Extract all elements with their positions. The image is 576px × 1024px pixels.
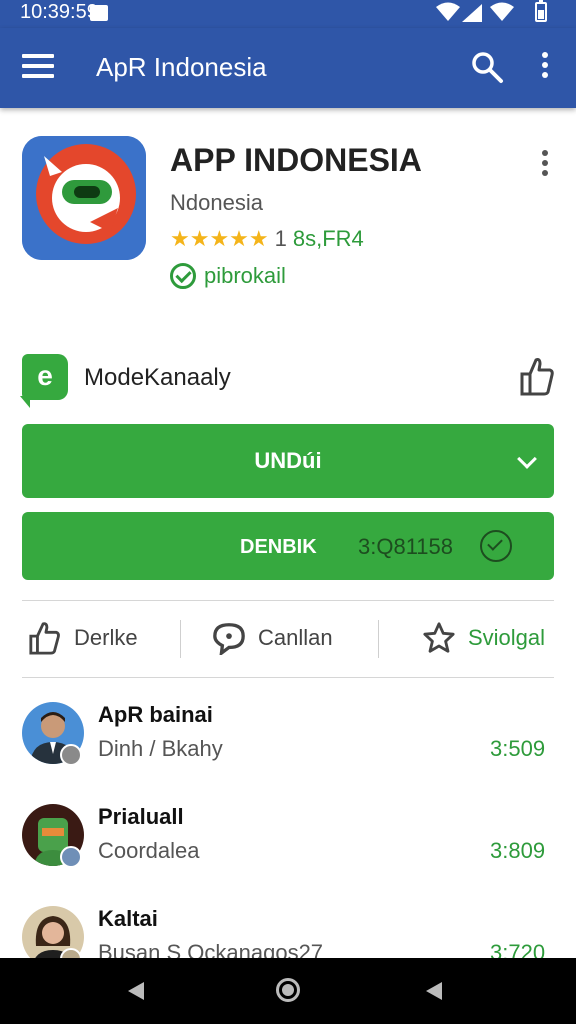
comment-icon (213, 623, 245, 655)
list-item-title: Prialuall (98, 804, 184, 829)
divider (22, 600, 554, 601)
avatar-status-icon (60, 846, 82, 868)
list-item[interactable]: Prialuall Coordalea 3:809 (0, 798, 576, 894)
rating-stars: ★★★★★ (170, 226, 269, 251)
separator (378, 620, 379, 658)
app-bar: ApR Indonesia (0, 28, 576, 108)
battery-icon (535, 0, 547, 22)
list-item-subtitle: Coordalea (98, 838, 200, 863)
secondary-button[interactable]: DENBIK 3:Q81158 (22, 512, 554, 580)
like-action-label: Derlke (74, 625, 138, 650)
install-button[interactable]: UNDúi (22, 424, 554, 498)
list-item[interactable]: ApR bainai Dinh / Bkahy 3:509 (0, 696, 576, 792)
mode-label: ModeKanaaly (84, 364, 231, 391)
app-overflow-icon[interactable] (538, 150, 552, 180)
actions-row: Derlke Canllan Sviolgal (22, 604, 554, 674)
search-icon[interactable] (470, 50, 504, 84)
divider (22, 677, 554, 678)
rating-row: ★★★★★ 1 8s,FR4 (170, 224, 364, 254)
comment-action[interactable]: Canllan (212, 618, 333, 658)
separator (180, 620, 181, 658)
list-item-title: ApR bainai (98, 702, 213, 727)
verified-row: pibrokail (170, 260, 286, 292)
list-item-time: 3:509 (490, 736, 546, 761)
back-icon[interactable] (128, 982, 144, 1000)
status-time: 10:39:59 (20, 1, 98, 23)
favorite-action-label: Sviolgal (468, 625, 546, 650)
thumbs-up-icon (29, 622, 60, 655)
signal-icon (462, 4, 482, 22)
comment-action-label: Canllan (258, 625, 333, 650)
recent-apps-icon[interactable] (426, 982, 442, 1000)
secondary-button-count: 3:Q81158 (358, 534, 454, 559)
check-circle-icon (170, 263, 196, 289)
list-item-title: Kaltai (98, 906, 158, 931)
wifi-icon (436, 2, 460, 21)
developer-name[interactable]: Ndonesia (170, 190, 263, 216)
menu-icon[interactable] (22, 54, 54, 82)
thumbs-up-icon[interactable] (518, 356, 554, 396)
install-button-label: UNDúi (254, 448, 322, 473)
like-action[interactable]: Derlke (28, 618, 138, 658)
avatar-status-icon (60, 744, 82, 766)
list-item-subtitle: Dinh / Bkahy (98, 736, 223, 761)
more-options-icon[interactable] (538, 52, 552, 84)
wifi-secondary-icon (490, 2, 514, 21)
status-bar: 10:39:59 (0, 0, 576, 28)
verified-label: pibrokail (204, 263, 286, 288)
app-icon (22, 136, 146, 260)
home-icon[interactable] (276, 978, 300, 1002)
mode-badge-icon: e (20, 354, 68, 408)
navigation-bar (0, 958, 576, 1024)
app-bar-title: ApR Indonesia (96, 52, 267, 82)
star-icon (423, 622, 455, 653)
favorite-action[interactable]: Sviolgal (422, 618, 545, 658)
rating-value: 1 (274, 226, 287, 251)
notification-icon (90, 5, 108, 21)
app-name: APP INDONESIA (170, 142, 422, 178)
review-count: 8s,FR4 (292, 226, 364, 251)
list-item-time: 3:809 (490, 838, 546, 863)
check-ring-icon (480, 530, 512, 562)
mode-row: e ModeKanaaly (20, 352, 554, 408)
secondary-button-label: DENBIK (240, 536, 317, 558)
